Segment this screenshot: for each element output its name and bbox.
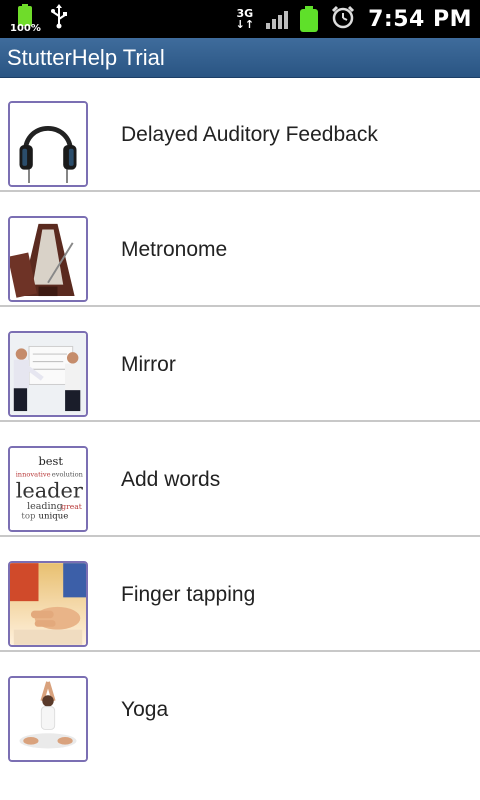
status-bar: 100% 3G ↓↑ 7:54 PM xyxy=(0,0,480,38)
word-best: best xyxy=(39,454,64,468)
list-item-metronome[interactable]: Metronome xyxy=(0,192,480,307)
word-innovative: innovative xyxy=(16,471,51,479)
headphones-icon xyxy=(8,101,88,187)
list-item-delayed-auditory-feedback[interactable]: Delayed Auditory Feedback xyxy=(0,77,480,192)
list-item-finger-tapping[interactable]: Finger tapping xyxy=(0,537,480,652)
battery-icon xyxy=(300,6,319,32)
word-leader: leader xyxy=(16,479,83,503)
word-evolution: evolution xyxy=(52,471,84,479)
word-unique: unique xyxy=(39,511,69,521)
presentation-icon xyxy=(8,331,88,417)
feature-list: Delayed Auditory Feedback Metronome Mirr… xyxy=(0,77,480,765)
list-item-label: Yoga xyxy=(121,698,169,721)
list-item-label: Finger tapping xyxy=(121,583,256,606)
word-leading: leading xyxy=(27,501,63,512)
list-item-label: Metronome xyxy=(121,238,228,261)
usb-icon xyxy=(50,4,68,34)
list-item-label: Delayed Auditory Feedback xyxy=(121,123,378,146)
alarm-icon xyxy=(330,4,356,34)
signal-icon xyxy=(266,9,289,29)
word-great: great xyxy=(61,502,82,511)
yoga-icon xyxy=(8,676,88,762)
battery-percent: 100% xyxy=(10,23,41,34)
hand-icon xyxy=(8,561,88,647)
list-item-yoga[interactable]: Yoga xyxy=(0,652,480,765)
word-cloud-icon: best innovative evolution leader leading… xyxy=(8,446,88,532)
list-item-label: Add words xyxy=(121,468,221,491)
word-top: top xyxy=(21,511,36,521)
title-bar: StutterHelp Trial xyxy=(0,38,480,78)
list-item-add-words[interactable]: best innovative evolution leader leading… xyxy=(0,422,480,537)
network-type-icon: 3G ↓↑ xyxy=(235,7,255,31)
metronome-icon xyxy=(8,216,88,302)
battery-icon: 100% xyxy=(10,4,41,34)
list-item-label: Mirror xyxy=(121,353,176,376)
app-title: StutterHelp Trial xyxy=(7,45,165,70)
list-item-mirror[interactable]: Mirror xyxy=(0,307,480,422)
clock: 7:54 PM xyxy=(368,6,472,32)
